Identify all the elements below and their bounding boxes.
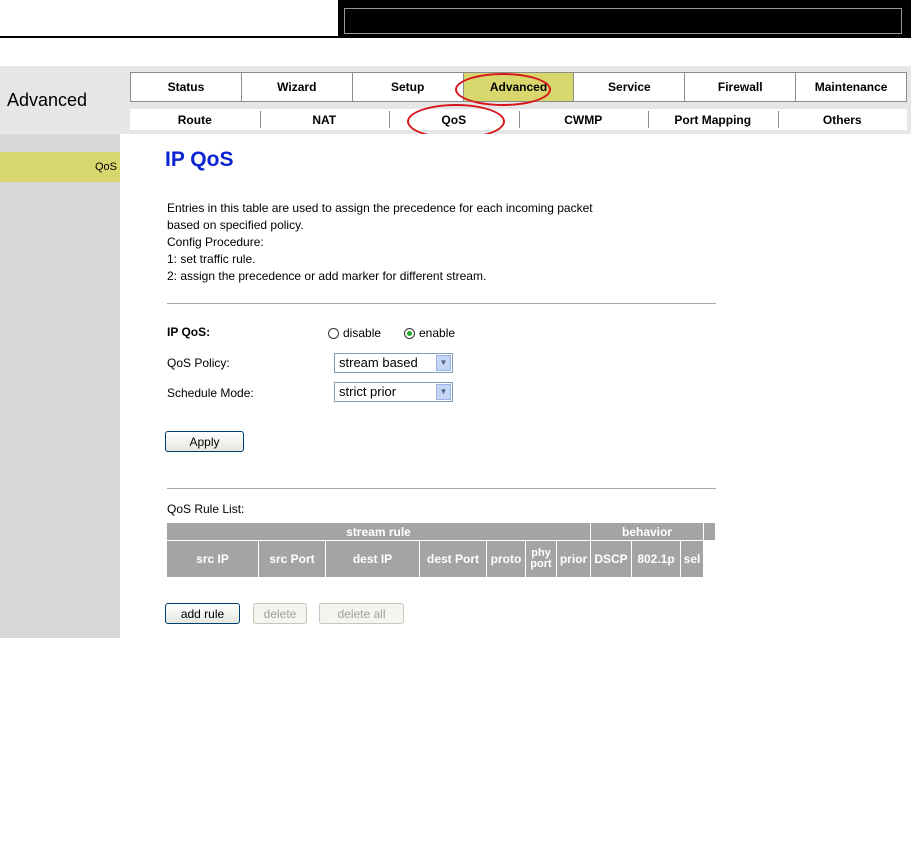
description-line: based on specified policy. — [167, 218, 304, 232]
column-phy-port: phy port — [525, 540, 557, 578]
schedule-mode-label: Schedule Mode: — [167, 386, 254, 400]
radio-enable-label: enable — [419, 326, 456, 340]
subtab-cwmp[interactable]: CWMP — [518, 109, 649, 130]
main-content: IP QoS Entries in this table are used to… — [120, 134, 911, 638]
ip-qos-label: IP QoS: — [167, 325, 211, 339]
subtab-qos[interactable]: QoS — [389, 109, 519, 130]
radio-enable[interactable] — [404, 328, 415, 339]
column-src-ip: src IP — [166, 540, 259, 578]
column-dest-ip: dest IP — [325, 540, 420, 578]
tab-advanced-label: Advanced — [489, 80, 548, 94]
document-header-bar-frame — [344, 8, 902, 34]
column-8021p: 802.1p — [631, 540, 681, 578]
chevron-down-icon: ▼ — [436, 355, 451, 371]
sidebar: QoS — [0, 134, 120, 638]
chevron-down-icon: ▼ — [436, 384, 451, 400]
tab-firewall[interactable]: Firewall — [685, 73, 797, 101]
column-phy-port-line2: port — [530, 558, 552, 570]
qos-policy-select[interactable]: stream based ▼ — [334, 353, 453, 373]
column-proto: proto — [486, 540, 526, 578]
delete-button[interactable]: delete — [253, 603, 307, 624]
description-line: 2: assign the precedence or add marker f… — [167, 269, 487, 283]
column-src-port: src Port — [258, 540, 326, 578]
sidebar-item-qos[interactable]: QoS — [0, 152, 120, 182]
qos-policy-label: QoS Policy: — [167, 356, 230, 370]
rule-list-title: QoS Rule List: — [167, 502, 245, 516]
schedule-mode-select[interactable]: strict prior ▼ — [334, 382, 453, 402]
apply-button[interactable]: Apply — [165, 431, 244, 452]
subtab-nat[interactable]: NAT — [259, 109, 390, 130]
subtab-others[interactable]: Others — [777, 109, 908, 130]
tab-setup[interactable]: Setup — [353, 73, 464, 101]
qos-rule-table: stream rule behavior src IP src Port des… — [166, 522, 716, 578]
add-rule-button[interactable]: add rule — [165, 603, 240, 624]
group-header-empty — [703, 522, 716, 541]
delete-all-button[interactable]: delete all — [319, 603, 404, 624]
tab-maintenance[interactable]: Maintenance — [796, 73, 906, 101]
description-line: 1: set traffic rule. — [167, 252, 256, 266]
column-dest-port: dest Port — [419, 540, 487, 578]
radio-disable[interactable] — [328, 328, 339, 339]
column-prior: prior — [556, 540, 591, 578]
tab-service[interactable]: Service — [574, 73, 686, 101]
qos-policy-value: stream based — [339, 355, 418, 370]
main-navigation: Status Wizard Setup Advanced Service Fir… — [130, 72, 907, 102]
router-web-ui: Advanced Status Wizard Setup Advanced Se… — [0, 66, 911, 638]
description-line: Config Procedure: — [167, 235, 264, 249]
group-header-stream-rule: stream rule — [166, 522, 591, 541]
tab-advanced[interactable]: Advanced — [463, 73, 575, 101]
subtab-port-mapping[interactable]: Port Mapping — [648, 109, 778, 130]
document-header-rule — [0, 36, 338, 38]
sub-navigation: Route NAT QoS CWMP Port Mapping Others — [130, 109, 907, 130]
radio-disable-label: disable — [343, 326, 382, 340]
divider — [167, 303, 716, 304]
schedule-mode-value: strict prior — [339, 384, 397, 399]
tab-wizard[interactable]: Wizard — [242, 73, 353, 101]
column-sel: sel — [680, 540, 704, 578]
divider — [167, 488, 716, 489]
description-line: Entries in this table are used to assign… — [167, 201, 593, 215]
column-dscp: DSCP — [590, 540, 632, 578]
tab-status[interactable]: Status — [131, 73, 242, 101]
group-header-behavior: behavior — [590, 522, 704, 541]
page-title: IP QoS — [165, 148, 234, 171]
page-description: Entries in this table are used to assign… — [167, 200, 593, 285]
section-title: Advanced — [7, 90, 88, 110]
subtab-route[interactable]: Route — [130, 109, 260, 130]
